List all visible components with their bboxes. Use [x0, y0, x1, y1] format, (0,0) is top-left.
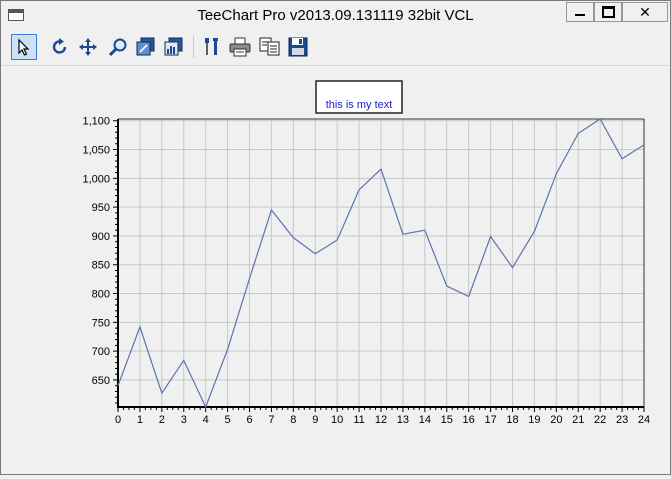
- x-tick-label: 6: [246, 414, 252, 426]
- print-button[interactable]: [227, 34, 253, 60]
- rotate-icon: [52, 38, 67, 54]
- app-window: TeeChart Pro v2013.09.131119 32bit VCL ✕: [0, 0, 671, 475]
- depth-3d-button[interactable]: [133, 34, 159, 60]
- minimize-icon: [575, 14, 585, 16]
- y-tick-label: 900: [92, 231, 110, 243]
- depth-3d-icon: [136, 37, 155, 56]
- edit-chart-icon: [205, 38, 218, 55]
- x-tick-label: 16: [463, 414, 475, 426]
- x-tick-label: 14: [419, 414, 431, 426]
- y-tick-label: 850: [92, 260, 110, 272]
- copy-icon: [259, 37, 280, 56]
- print-icon: [229, 37, 251, 57]
- x-tick-label: 12: [375, 414, 387, 426]
- save-icon: [288, 37, 308, 57]
- x-tick-label: 4: [203, 414, 209, 426]
- grid-lines: [117, 119, 645, 407]
- select-pointer-button[interactable]: [11, 34, 37, 60]
- minimize-button[interactable]: [566, 2, 594, 22]
- y-tick-label: 750: [92, 317, 110, 329]
- x-tick-label: 20: [550, 414, 562, 426]
- y-tick-label: 650: [92, 375, 110, 387]
- maximize-button[interactable]: [594, 2, 622, 22]
- close-icon: ✕: [639, 3, 651, 20]
- x-tick-label: 2: [159, 414, 165, 426]
- y-tick-label: 800: [92, 289, 110, 301]
- save-button[interactable]: [285, 34, 311, 60]
- y-tick-label: 1,050: [82, 145, 110, 157]
- x-tick-label: 23: [616, 414, 628, 426]
- x-tick-label: 17: [484, 414, 496, 426]
- annotation-text: this is my text: [326, 99, 393, 111]
- x-tick-label: 22: [594, 414, 606, 426]
- x-tick-label: 0: [115, 414, 121, 426]
- x-tick-label: 8: [290, 414, 296, 426]
- x-tick-label: 9: [312, 414, 318, 426]
- x-tick-label: 5: [225, 414, 231, 426]
- x-tick-label: 1: [137, 414, 143, 426]
- chart-toolbar: [1, 31, 670, 66]
- y-tick-label: 700: [92, 346, 110, 358]
- x-tick-label: 10: [331, 414, 343, 426]
- title-bar: TeeChart Pro v2013.09.131119 32bit VCL ✕: [1, 1, 670, 31]
- copy-button[interactable]: [257, 34, 283, 60]
- select-pointer-icon: [18, 38, 30, 56]
- close-button[interactable]: ✕: [622, 2, 668, 22]
- view-3d-icon: [164, 37, 183, 56]
- x-tick-label: 3: [181, 414, 187, 426]
- annotation-box: this is my text: [315, 80, 403, 114]
- zoom-button[interactable]: [105, 34, 131, 60]
- rotate-button[interactable]: [47, 34, 73, 60]
- zoom-icon: [108, 38, 127, 57]
- x-tick-label: 19: [528, 414, 540, 426]
- y-tick-label: 950: [92, 202, 110, 214]
- y-tick-label: 1,000: [82, 173, 110, 185]
- view-3d-button[interactable]: [161, 34, 187, 60]
- x-tick-label: 13: [397, 414, 409, 426]
- x-tick-label: 21: [572, 414, 584, 426]
- y-tick-label: 1,100: [82, 116, 110, 128]
- x-tick-label: 11: [353, 414, 364, 426]
- x-tick-label: 15: [441, 414, 453, 426]
- x-tick-label: 18: [506, 414, 518, 426]
- maximize-icon: [601, 6, 615, 18]
- chart-panel[interactable]: this is my text 650 700 750 800 850 900 950 1,0…: [1, 66, 670, 474]
- x-tick-label: 24: [638, 414, 650, 426]
- line-chart[interactable]: this is my text 6507007508008509009501,0…: [1, 66, 670, 474]
- move-button[interactable]: [75, 34, 101, 60]
- x-tick-label: 7: [268, 414, 274, 426]
- toolbar-separator: [193, 36, 194, 58]
- edit-chart-button[interactable]: [199, 34, 225, 60]
- move-icon: [79, 38, 97, 56]
